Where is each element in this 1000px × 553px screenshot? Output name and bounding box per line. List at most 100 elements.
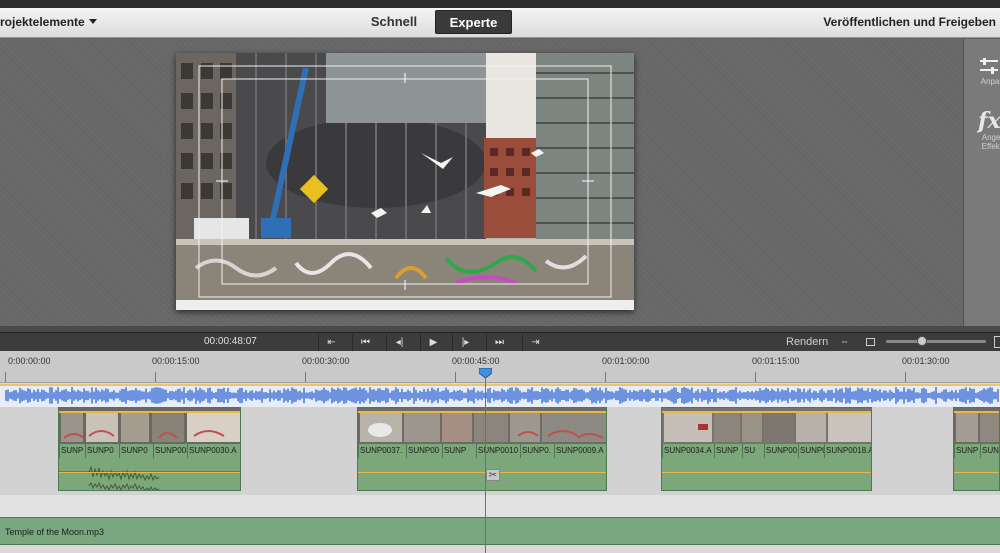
thumbnail-strip: [59, 408, 240, 444]
preview-frame-image: [176, 53, 634, 310]
clip-label: SUNP0034.A: [662, 444, 714, 458]
clip-group-4[interactable]: SUNP SUNP: [953, 407, 1000, 491]
clip-label: SUNP0018.A: [824, 444, 871, 458]
clip-thumbnails: [59, 408, 240, 444]
render-button[interactable]: Rendern: [786, 336, 828, 348]
sliders-icon: [980, 58, 998, 74]
clip-label: SUNP: [954, 444, 980, 458]
zoom-slider-knob[interactable]: [917, 336, 927, 346]
clip-label: SUNP00: [406, 444, 442, 458]
clip-label: SU: [742, 444, 764, 458]
step-back-icon: ◂|: [395, 337, 404, 348]
adjust-label: Anpass: [980, 77, 1000, 86]
mode-quick-button[interactable]: Schnell: [360, 10, 428, 34]
clip-label: SUNP0: [85, 444, 119, 458]
music-track-title: Temple of the Moon.mp3: [5, 527, 105, 537]
clip-label: SUNP0010: [476, 444, 520, 458]
time-ruler[interactable]: 0:00:00:00 00:00:15:00 00:00:30:00 00:00…: [0, 351, 1000, 383]
applied-effects-label-1: Angew: [981, 133, 1000, 142]
right-panel: Anpass fx Angew Effekte: [963, 39, 1000, 326]
clip-label: SUNP: [59, 444, 85, 458]
go-to-start-icon: ⇤: [327, 337, 336, 348]
clip-label: SUNP: [714, 444, 742, 458]
clip-label: SUNP0.: [520, 444, 554, 458]
clip-group-3[interactable]: SUNP0034.A SUNP SU SUNP00 SUNP00 SUNP001…: [661, 407, 872, 491]
video-track: SUNP SUNP0 SUNP0 SUNP0030.A SUNP0030.A: [0, 407, 1000, 495]
go-to-end-button[interactable]: ⇥: [522, 334, 548, 351]
play-button[interactable]: ▶: [420, 334, 446, 351]
fx-icon: fx: [978, 108, 1000, 134]
video-preview-monitor[interactable]: [176, 53, 634, 310]
timeline-panel[interactable]: 0:00:00:00 00:00:15:00 00:00:30:00 00:00…: [0, 351, 1000, 553]
top-bar: rojektelemente Schnell Experte Veröffent…: [0, 8, 1000, 38]
music-track-clip[interactable]: Temple of the Moon.mp3: [0, 517, 1000, 545]
clip-volume-line: [954, 411, 999, 413]
step-back-button[interactable]: ◂|: [386, 334, 412, 351]
ruler-label: 00:01:00:00: [602, 356, 650, 366]
go-to-start-button[interactable]: ⇤: [318, 334, 344, 351]
clip-volume-line: [662, 411, 871, 413]
next-edit-icon: ⏭: [495, 337, 504, 348]
clip-label: SUNP0037.: [358, 444, 406, 458]
clip-label: SUNP00: [798, 444, 824, 458]
monitor-stage: [0, 39, 963, 326]
ruler-tick: [5, 372, 6, 382]
playhead[interactable]: [479, 368, 492, 553]
play-icon: ▶: [429, 337, 438, 348]
fit-timeline-icon[interactable]: ⇔: [840, 336, 856, 348]
ruler-tick: [905, 372, 906, 382]
adjust-panel-button[interactable]: Anpass: [964, 57, 1000, 86]
zoom-out-icon[interactable]: [866, 338, 875, 346]
audio-waveform-strip: [0, 384, 1000, 407]
clip-audio-wave: [59, 465, 240, 490]
clip-audio-volume-line: [662, 472, 871, 473]
clip-volume-line: [59, 411, 240, 413]
thumbnail-strip: [358, 408, 606, 444]
clip-group-2[interactable]: SUNP0037. SUNP00 SUNP SUNP0010 SUNP0. SU…: [357, 407, 607, 491]
playhead-marker-icon[interactable]: [479, 368, 492, 378]
clip-label: SUNP0030.A: [187, 444, 240, 458]
step-forward-button[interactable]: |▸: [452, 334, 478, 351]
mode-expert-button[interactable]: Experte: [435, 10, 512, 34]
zoom-in-icon[interactable]: [994, 336, 1000, 348]
clip-label: SUNP00: [764, 444, 798, 458]
publish-and-share-menu[interactable]: Veröffentlichen und Freigeben: [823, 15, 996, 29]
ruler-label: 00:00:15:00: [152, 356, 200, 366]
project-assets-menu[interactable]: rojektelemente: [0, 15, 97, 29]
clip-audio-volume-line: [954, 472, 999, 473]
ruler-label: 00:01:15:00: [752, 356, 800, 366]
thumbnail-strip: [954, 408, 999, 444]
app-top-strip: [0, 0, 1000, 8]
next-edit-button[interactable]: ⏭: [486, 334, 512, 351]
clip-thumbnails: [358, 408, 606, 444]
ruler-tick: [455, 372, 456, 382]
clip-label: SUNP: [442, 444, 476, 458]
clip-label: SUNP0030.A: [153, 444, 187, 458]
clip-label: SUNP: [980, 444, 999, 458]
clip-label: SUNP0009.A: [554, 444, 606, 458]
clip-group-1[interactable]: SUNP SUNP0 SUNP0 SUNP0030.A SUNP0030.A: [58, 407, 241, 491]
previous-edit-icon: ⏮: [361, 337, 370, 348]
applied-effects-label-2: Effekte: [981, 142, 1000, 151]
ruler-tick: [305, 372, 306, 382]
project-assets-label: rojektelemente: [0, 15, 85, 29]
previous-edit-button[interactable]: ⏮: [352, 334, 378, 351]
ruler-tick: [755, 372, 756, 382]
ruler-tick: [605, 372, 606, 382]
applied-effects-button[interactable]: fx Angew Effekte: [964, 109, 1000, 151]
ruler-label: 0:00:00:00: [8, 356, 51, 366]
clip-label: SUNP0: [119, 444, 153, 458]
clip-thumbnails: [662, 408, 871, 444]
step-forward-icon: |▸: [461, 337, 470, 348]
clip-volume-line: [358, 411, 606, 413]
scissors-icon[interactable]: ✂: [486, 469, 500, 481]
timeline-zoom-slider[interactable]: [886, 336, 986, 346]
clip-thumbnails: [954, 408, 999, 444]
go-to-end-icon: ⇥: [531, 337, 540, 348]
ruler-tick: [155, 372, 156, 382]
empty-track: [0, 495, 1000, 517]
clip-audio-volume-line: [59, 472, 240, 473]
clip-audio-volume-line: [358, 472, 606, 473]
audio-waveform: [0, 384, 1000, 407]
ruler-label: 00:00:45:00: [452, 356, 500, 366]
